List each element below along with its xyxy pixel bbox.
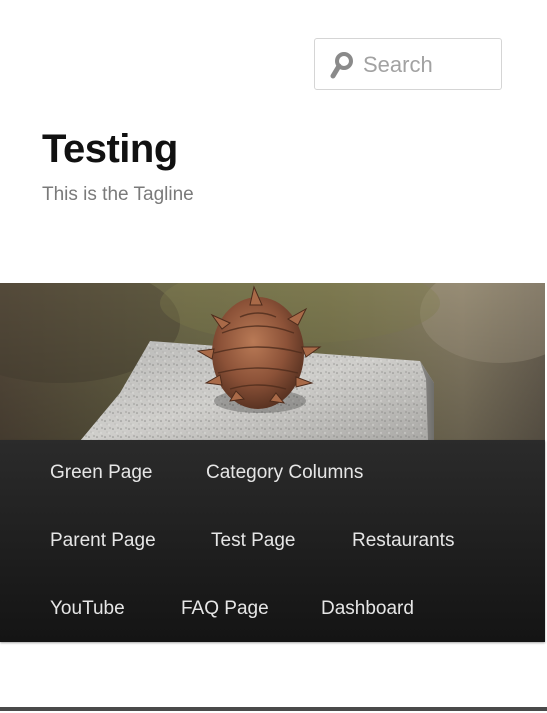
primary-nav: Green Page Category Columns Parent Page …	[0, 440, 545, 642]
nav-item-youtube[interactable]: YouTube	[50, 598, 125, 620]
nav-item-green-page[interactable]: Green Page	[50, 462, 152, 484]
header-image	[0, 283, 545, 441]
nav-item-dashboard[interactable]: Dashboard	[321, 598, 414, 620]
nav-item-test-page[interactable]: Test Page	[211, 530, 296, 552]
nav-item-restaurants[interactable]: Restaurants	[352, 530, 454, 552]
nav-item-category-columns[interactable]: Category Columns	[206, 462, 363, 484]
nav-item-faq-page[interactable]: FAQ Page	[181, 598, 269, 620]
search-box[interactable]	[314, 38, 502, 90]
nav-item-parent-page[interactable]: Parent Page	[50, 530, 156, 552]
search-icon	[330, 52, 353, 79]
site-title[interactable]: Testing	[42, 126, 178, 172]
bottom-divider	[0, 707, 547, 711]
search-input[interactable]	[363, 50, 493, 80]
site-tagline: This is the Tagline	[42, 184, 194, 205]
